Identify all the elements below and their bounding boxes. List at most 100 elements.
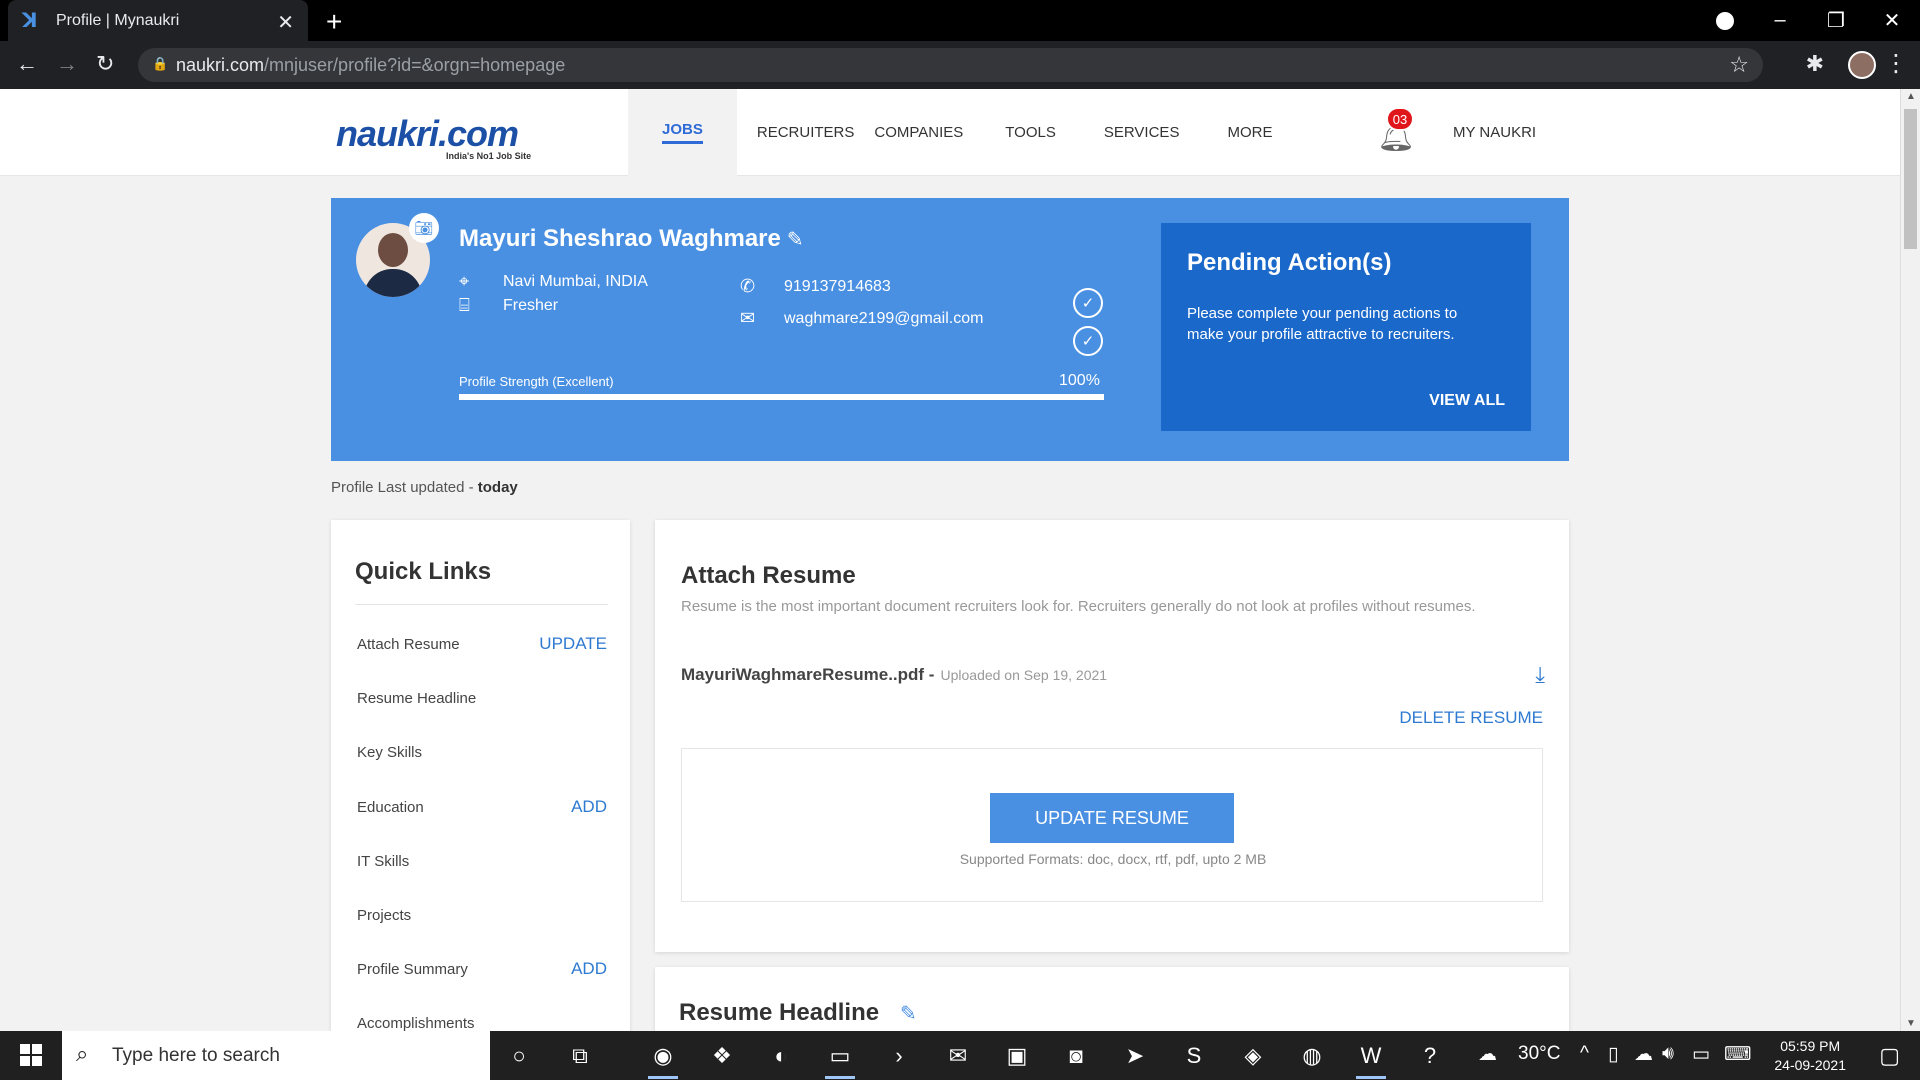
extensions-icon[interactable]: ✱ <box>1806 51 1824 77</box>
url-path: /mnjuser/profile?id=&orgn=homepage <box>264 54 566 75</box>
store-icon[interactable]: ▣ <box>1000 1039 1034 1073</box>
forward-icon[interactable]: → <box>56 51 78 77</box>
media-control-icon[interactable] <box>1716 12 1734 30</box>
nav-companies[interactable]: COMPANIES <box>874 89 983 176</box>
quick-link-education[interactable]: Education ADD <box>357 797 607 817</box>
window-controls: – ❐ ✕ <box>1752 0 1920 41</box>
help-icon[interactable]: ? <box>1413 1039 1447 1073</box>
volume-icon[interactable]: 🔊︎ <box>1662 1043 1674 1065</box>
tab-title: Profile | Mynaukri <box>56 11 180 29</box>
notification-center-icon[interactable]: ▢ <box>1879 1043 1900 1069</box>
cortana-icon[interactable]: ○ <box>502 1039 536 1073</box>
scrollbar-thumb[interactable] <box>1904 109 1917 249</box>
experience-info: ⌸ Fresher <box>459 295 559 315</box>
edit-pencil-icon[interactable]: ✎ <box>900 1001 917 1026</box>
naukri-logo[interactable]: naukri.com India's No1 Job Site <box>336 113 531 161</box>
sublime-text-icon[interactable]: S <box>1177 1039 1211 1073</box>
eclipse-icon[interactable]: ◍ <box>1295 1039 1329 1073</box>
windows-taskbar: ⌕ Type here to search ○ ⧉ ◉ ❖ ◐ ▭ › ✉ ▣ … <box>0 1031 1920 1080</box>
my-naukri-menu[interactable]: MY NAUKRI <box>1453 124 1536 141</box>
taskbar-clock[interactable]: 05:59 PM 24-09-2021 <box>1774 1037 1846 1075</box>
quick-link-projects[interactable]: Projects <box>357 907 607 924</box>
nav-services[interactable]: SERVICES <box>1104 89 1228 176</box>
profile-strength-bar <box>459 394 1104 400</box>
address-bar[interactable]: 🔒 naukri.com/mnjuser/profile?id=&orgn=ho… <box>138 48 1763 82</box>
nav-jobs[interactable]: JOBS <box>628 89 737 176</box>
close-tab-icon[interactable]: ✕ <box>277 10 294 35</box>
download-icon[interactable]: ⤓ <box>1535 662 1545 688</box>
location-info: ⌖ Navi Mumbai, INDIA <box>459 271 648 291</box>
minimize-icon[interactable]: – <box>1752 9 1808 32</box>
phone-info: ✆ 919137914683 <box>740 276 891 296</box>
word-icon[interactable]: W <box>1354 1039 1388 1079</box>
browser-tab[interactable]: ꓘ Profile | Mynaukri ✕ <box>8 0 308 41</box>
browser-menu-icon[interactable]: ⋮ <box>1884 49 1908 78</box>
add-education-link[interactable]: ADD <box>571 797 607 817</box>
profile-summary-banner: 📷︎ Mayuri Sheshrao Waghmare ✎ ⌖ Navi Mumb… <box>331 198 1569 461</box>
quick-link-accomplishments[interactable]: Accomplishments <box>357 1015 607 1031</box>
update-link[interactable]: UPDATE <box>539 634 607 654</box>
taskbar-search-box[interactable]: ⌕ Type here to search <box>62 1031 490 1080</box>
task-view-icon[interactable]: ⧉ <box>563 1039 597 1073</box>
telegram-icon[interactable]: ➤ <box>1118 1039 1152 1073</box>
back-icon[interactable]: ← <box>16 51 38 77</box>
zoom-icon[interactable]: ◙ <box>1059 1039 1093 1073</box>
windows-start-icon[interactable] <box>20 1044 42 1066</box>
mysql-workbench-icon[interactable]: ◈ <box>1236 1039 1270 1073</box>
quick-link-resume-headline[interactable]: Resume Headline <box>357 690 607 707</box>
attach-resume-description: Resume is the most important document re… <box>681 598 1476 615</box>
nav-more[interactable]: MORE <box>1227 89 1272 176</box>
view-all-link[interactable]: VIEW ALL <box>1429 392 1505 410</box>
email-verified-check-icon: ✓ <box>1073 326 1103 356</box>
close-window-icon[interactable]: ✕ <box>1864 8 1920 33</box>
file-explorer-icon[interactable]: ▭ <box>823 1039 857 1079</box>
reload-icon[interactable]: ↻ <box>96 51 114 77</box>
keyboard-icon[interactable]: ⌨ <box>1724 1043 1751 1066</box>
tray-device-icon[interactable]: ▯ <box>1608 1043 1618 1066</box>
divider <box>355 604 608 605</box>
clock-time: 05:59 PM <box>1780 1038 1841 1054</box>
weather-cloud-icon[interactable]: ☁ <box>1478 1043 1497 1066</box>
browser-profile-avatar[interactable] <box>1848 51 1876 79</box>
lock-icon: 🔒 <box>152 56 169 71</box>
scroll-down-arrow-icon[interactable]: ▼ <box>1906 1018 1916 1029</box>
location-pin-icon: ⌖ <box>459 271 470 291</box>
dropbox-icon[interactable]: ❖ <box>705 1039 739 1073</box>
powershell-icon[interactable]: › <box>882 1039 916 1073</box>
new-tab-button[interactable]: + <box>326 6 342 38</box>
nav-recruiters[interactable]: RECRUITERS <box>737 89 875 176</box>
quick-link-attach-resume[interactable]: Attach Resume UPDATE <box>357 634 607 654</box>
delete-resume-link[interactable]: DELETE RESUME <box>1399 708 1543 728</box>
phone-verified-check-icon: ✓ <box>1073 288 1103 318</box>
quick-link-it-skills[interactable]: IT Skills <box>357 853 607 870</box>
nav-tools[interactable]: TOOLS <box>983 89 1104 176</box>
page-scrollbar[interactable]: ▲ ▼ <box>1900 89 1920 1031</box>
tray-chevron-icon[interactable]: ^ <box>1580 1043 1589 1065</box>
resume-upload-date: Uploaded on Sep 19, 2021 <box>940 667 1108 683</box>
edge-icon[interactable]: ◐ <box>764 1039 798 1073</box>
profile-name: Mayuri Sheshrao Waghmare ✎ <box>459 225 804 252</box>
chrome-icon[interactable]: ◉ <box>646 1039 680 1079</box>
scroll-up-arrow-icon[interactable]: ▲ <box>1906 91 1916 102</box>
resume-file-name: MayuriWaghmareResume..pdf - <box>681 665 935 684</box>
resume-headline-title: Resume Headline <box>679 999 880 1026</box>
onedrive-icon[interactable]: ☁ <box>1634 1043 1653 1066</box>
update-resume-button[interactable]: UPDATE RESUME <box>990 793 1234 843</box>
bookmark-star-icon[interactable]: ☆ <box>1729 52 1749 78</box>
profile-strength-label: Profile Strength (Excellent) <box>459 374 614 389</box>
quick-link-profile-summary[interactable]: Profile Summary ADD <box>357 959 607 979</box>
attach-resume-title: Attach Resume <box>681 562 856 589</box>
quick-link-key-skills[interactable]: Key Skills <box>357 744 607 761</box>
logo-tagline: India's No1 Job Site <box>446 151 532 161</box>
mail-icon[interactable]: ✉ <box>941 1039 975 1073</box>
add-profile-summary-link[interactable]: ADD <box>571 959 607 979</box>
battery-icon[interactable]: ▭ <box>1692 1043 1710 1066</box>
profile-strength-fill <box>459 394 1104 400</box>
restore-icon[interactable]: ❐ <box>1808 8 1864 33</box>
supported-formats-text: Supported Formats: doc, docx, rtf, pdf, … <box>959 851 1267 867</box>
browser-tab-bar: ꓘ Profile | Mynaukri ✕ + – ❐ ✕ <box>0 0 1920 41</box>
weather-temp[interactable]: 30°C <box>1518 1043 1560 1065</box>
pending-actions-panel: Pending Action(s) Please complete your p… <box>1161 223 1531 431</box>
edit-pencil-icon[interactable]: ✎ <box>787 229 804 251</box>
camera-icon[interactable]: 📷︎ <box>409 213 439 243</box>
